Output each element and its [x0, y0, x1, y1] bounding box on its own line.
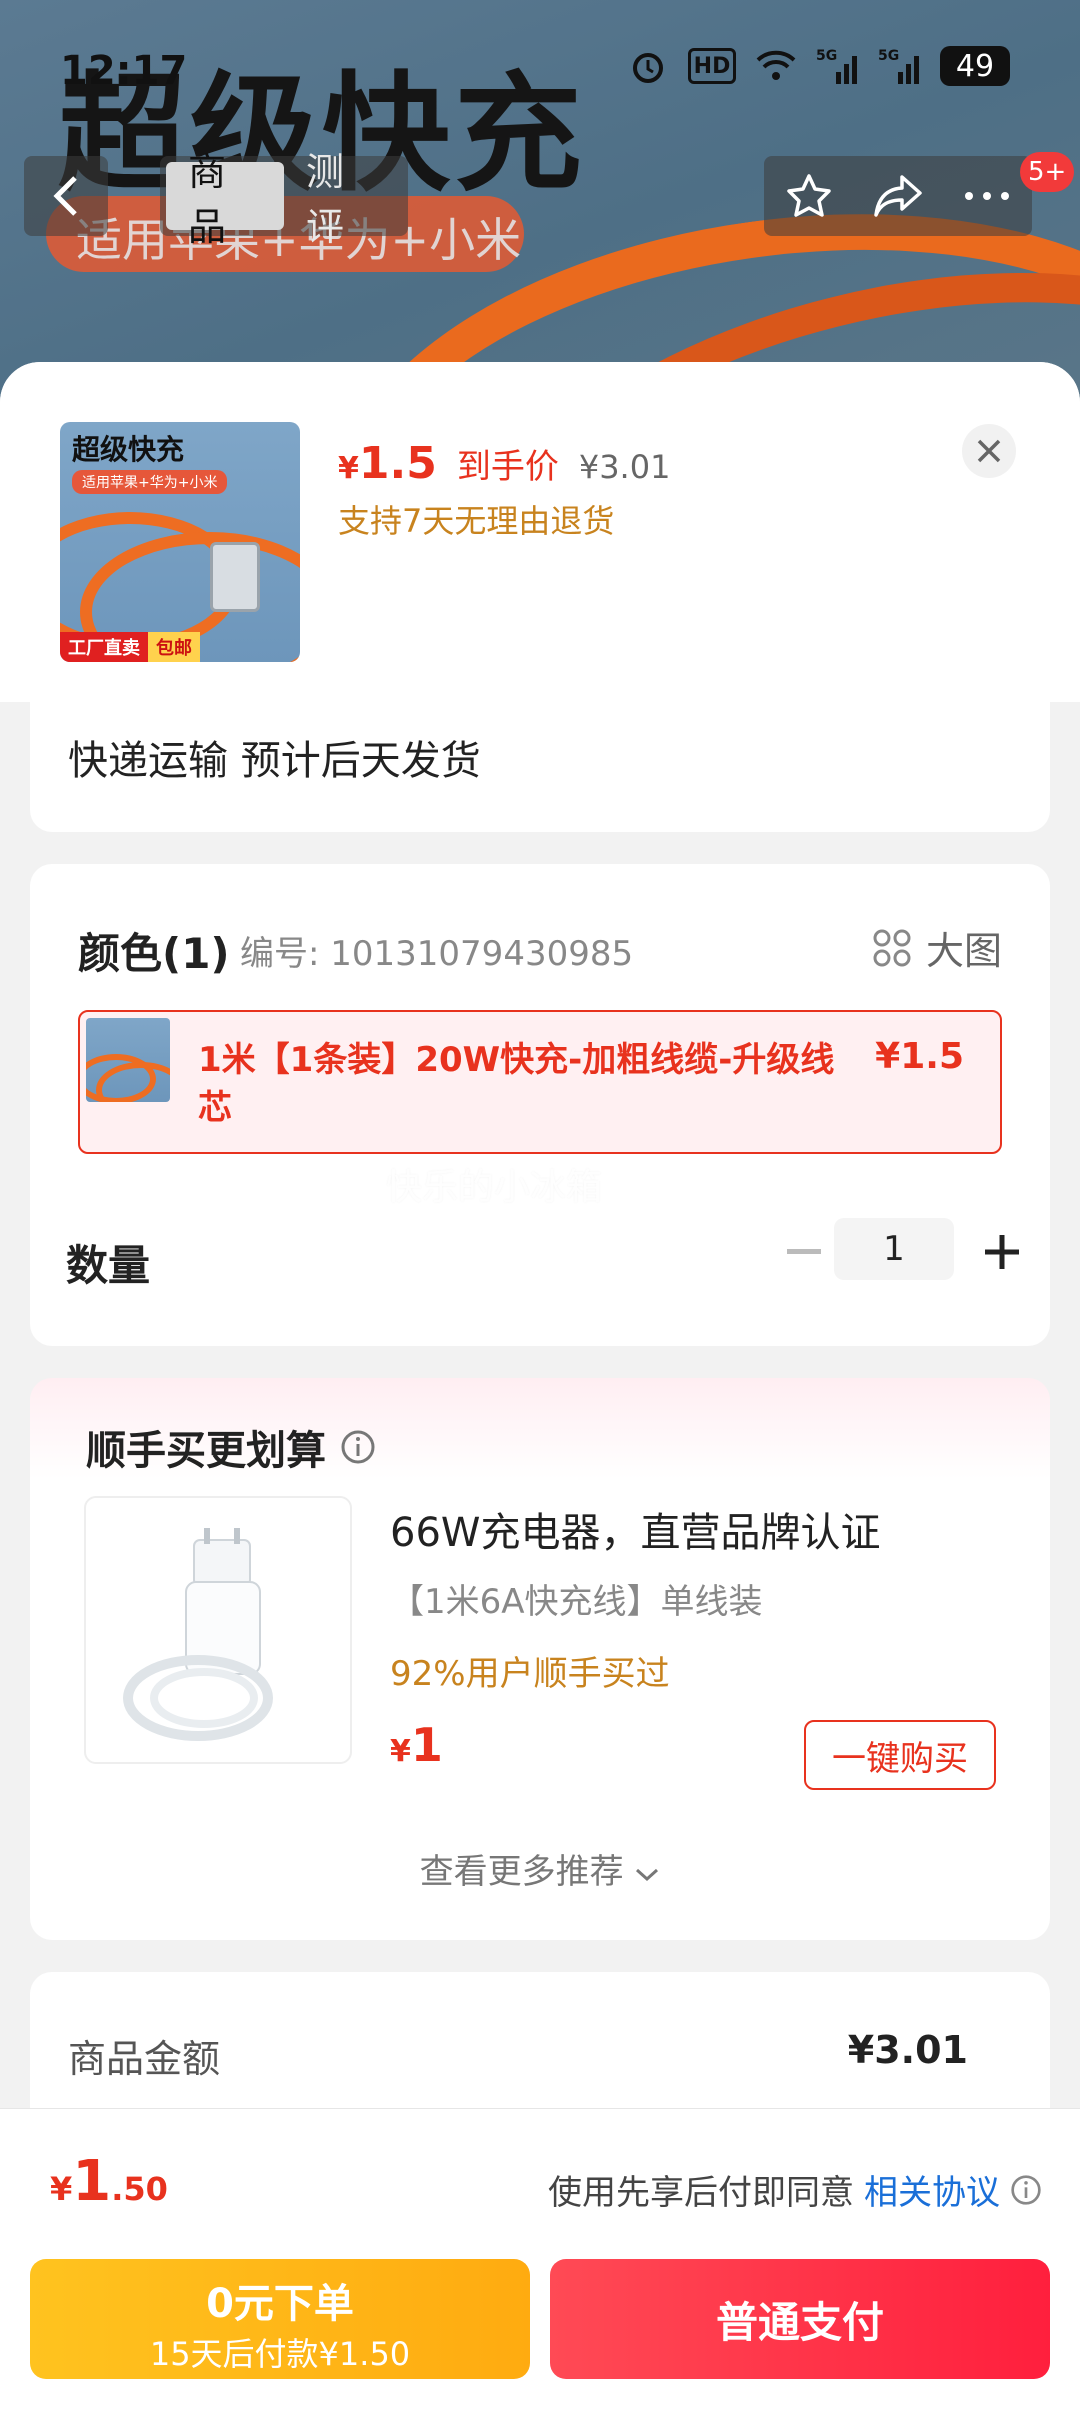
color-title: 颜色(1) [78, 929, 230, 978]
variant-name: 1米【1条装】20W快充-加粗线缆-升级线芯 [198, 1040, 835, 1128]
more-icon[interactable] [957, 166, 1017, 226]
recommendation-spec: 【1米6A快充线】单线装 [390, 1582, 763, 1622]
product-code: 编号: 10131079430985 [240, 934, 634, 974]
thumb-tags: 工厂直卖 包邮 [60, 632, 200, 662]
tag-factory: 工厂直卖 [60, 632, 148, 662]
tab-review[interactable]: 测评 [284, 150, 402, 249]
total-price: ¥1.50 [50, 2149, 168, 2214]
charger-image[interactable] [84, 1496, 352, 1764]
quantity-label: 数量 [66, 1241, 151, 1290]
thumb-title: 超级快充 [72, 433, 185, 466]
agreement-link[interactable]: 相关协议 [864, 2165, 1000, 2214]
variant-price: ¥1.5 [875, 1036, 964, 1077]
quantity-input[interactable]: 1 [834, 1218, 954, 1280]
chevron-left-icon [53, 176, 77, 216]
shipping-text: 快递运输 预计后天发货 [68, 738, 481, 784]
recommendation-title: 顺手买更划算 [86, 1418, 376, 1476]
amount-label: 商品金额 [68, 2037, 221, 2081]
grid-icon [873, 929, 911, 966]
nav-tabs: 商品 测评 [160, 150, 408, 249]
usb-plug-graphic [210, 542, 260, 612]
pay-later-button[interactable]: 0元下单 15天后付款¥1.50 [30, 2259, 530, 2379]
recommendation-card: 顺手买更划算 66W充电器，直营品牌认证 【1米6A快充线】单线装 92%用户顺… [30, 1378, 1050, 1940]
big-image-label: 大图 [925, 929, 1002, 973]
quantity-decrease-button[interactable] [772, 1220, 836, 1284]
quantity-increase-button[interactable] [970, 1220, 1034, 1284]
amount-value: ¥3.01 [847, 2028, 968, 2072]
info-icon [1011, 2174, 1041, 2205]
recommendation-name[interactable]: 66W充电器，直营品牌认证 [390, 1500, 880, 1558]
status-time: 12:17 [60, 48, 188, 94]
final-price: ¥1.5 [338, 438, 437, 489]
recommendation-price: ¥1 [390, 1718, 443, 1772]
chevron-down-icon [636, 1868, 659, 1882]
original-price: ¥3.01 [578, 448, 671, 486]
svg-text:5G: 5G [878, 48, 899, 64]
back-button[interactable] [24, 156, 108, 236]
options-card: 颜色(1) 编号: 10131079430985 大图 1米【1条装】20W快充… [30, 864, 1050, 1346]
battery-icon: 49 [940, 46, 1010, 86]
one-click-buy-button[interactable]: 一键购买 [804, 1720, 996, 1790]
wifi-icon [754, 44, 798, 88]
pay-later-detail: 15天后付款¥1.50 [149, 2335, 411, 2373]
recommendation-bought-rate: 92%用户顺手买过 [390, 1654, 670, 1694]
pay-later-label: 0元下单 [206, 2281, 354, 2327]
see-more-recommendations[interactable]: 查看更多推荐 [30, 1844, 1050, 1893]
minus-icon [787, 1249, 821, 1254]
hd-icon: HD [688, 48, 736, 84]
sheet-header: 超级快充 适用苹果+华为+小米 工厂直卖 包邮 ¥1.5 到手价 ¥3.01 支… [0, 362, 1080, 702]
big-image-button[interactable]: 大图 [872, 920, 1002, 975]
agreement-text: 使用先享后付即同意 相关协议 [548, 2165, 1042, 2214]
price-line: ¥1.5 到手价 ¥3.01 [338, 438, 670, 489]
purchase-sheet: 超级快充 适用苹果+华为+小米 工厂直卖 包邮 ¥1.5 到手价 ¥3.01 支… [0, 362, 1080, 2412]
shipping-card: 快递运输 预计后天发货 [30, 692, 1050, 832]
variant-thumbnail [86, 1018, 170, 1102]
signal-icon-2: 5G [878, 44, 922, 88]
variant-option-selected[interactable]: 1米【1条装】20W快充-加粗线缆-升级线芯 ¥1.5 [78, 1010, 1002, 1154]
info-icon [341, 1430, 375, 1464]
share-icon[interactable] [868, 166, 928, 226]
checkout-bar: ¥1.50 使用先享后付即同意 相关协议 0元下单 15天后付款¥1.50 普通… [0, 2108, 1080, 2412]
thumb-subtitle: 适用苹果+华为+小米 [72, 470, 228, 494]
status-bar: 12:17 HD 5G 5G 49 [0, 0, 1080, 140]
close-icon [977, 439, 1001, 463]
signal-icon: 5G [816, 44, 860, 88]
product-thumbnail: 超级快充 适用苹果+华为+小米 工厂直卖 包邮 [60, 422, 300, 662]
plus-icon [985, 1235, 1019, 1269]
nav-actions [764, 156, 1032, 236]
final-price-label: 到手价 [456, 447, 559, 487]
alarm-icon [626, 44, 670, 88]
svg-text:5G: 5G [816, 48, 837, 64]
normal-pay-button[interactable]: 普通支付 [550, 2259, 1050, 2379]
star-icon[interactable] [779, 166, 839, 226]
notification-badge: 5+ [1020, 152, 1075, 192]
tag-free-shipping: 包邮 [148, 632, 200, 662]
watermark-text: 快乐的小冰箱 [386, 1167, 603, 1208]
close-button[interactable] [962, 424, 1016, 478]
tab-product[interactable]: 商品 [166, 150, 284, 249]
return-policy: 支持7天无理由退货 [338, 502, 615, 540]
